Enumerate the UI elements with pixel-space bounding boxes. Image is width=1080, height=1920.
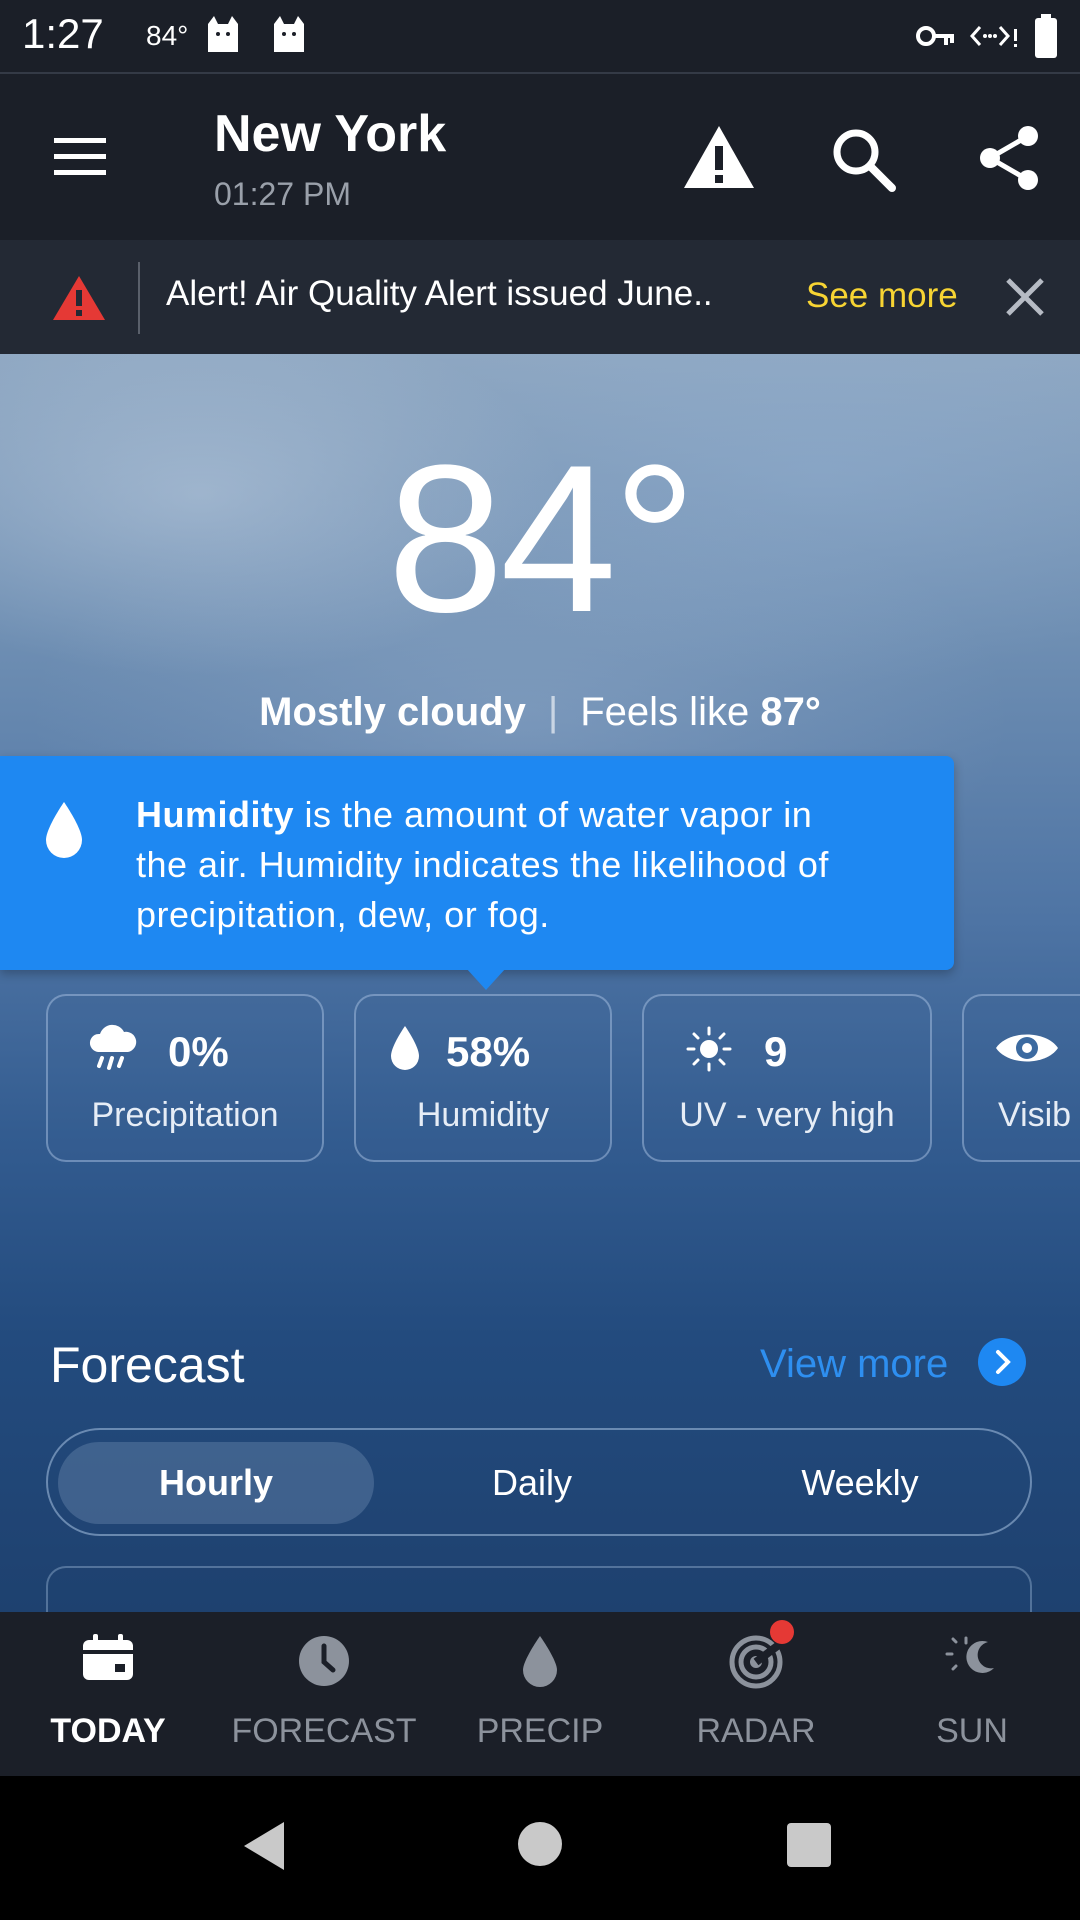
radar-notification-dot [770, 1620, 794, 1644]
alert-text[interactable]: Alert! Air Quality Alert issued June.. [166, 274, 713, 314]
back-icon[interactable] [240, 1820, 288, 1872]
tooltip-line3: precipitation, dew, or fog. [136, 894, 550, 935]
water-drop-icon [391, 1026, 419, 1070]
share-icon[interactable] [978, 124, 1040, 192]
alert-triangle-icon [53, 276, 105, 320]
tooltip-line1: is the amount of water vapor in [294, 794, 813, 835]
home-icon[interactable] [516, 1820, 564, 1868]
water-drop-icon [46, 802, 82, 858]
clock-icon [299, 1636, 349, 1686]
metric-card-uv[interactable]: 9 UV - very high [642, 994, 932, 1162]
tooltip-line2: the air. Humidity indicates the likeliho… [136, 844, 829, 885]
calendar-icon [83, 1634, 133, 1680]
cat-notification-icon [274, 16, 304, 52]
tab-daily[interactable]: Daily [374, 1462, 690, 1504]
see-more-link[interactable]: See more [806, 276, 958, 316]
metric-label: Precipitation [91, 1096, 279, 1134]
warning-icon[interactable] [682, 122, 756, 192]
close-icon[interactable] [1004, 276, 1046, 318]
sun-moon-icon [945, 1636, 994, 1673]
view-more-button[interactable] [978, 1338, 1026, 1386]
system-navigation-bar [0, 1776, 1080, 1920]
nav-radar[interactable]: RADAR [648, 1612, 864, 1776]
metric-value: 58% [446, 1028, 531, 1075]
city-name[interactable]: New York [214, 104, 446, 164]
tooltip-arrow [466, 968, 506, 990]
metric-card-humidity[interactable]: 58% Humidity [354, 994, 612, 1162]
nav-label: RADAR [696, 1712, 816, 1750]
app-bar: New York 01:27 PM [0, 72, 1080, 240]
rain-cloud-icon [89, 1024, 137, 1070]
nav-today[interactable]: TODAY [0, 1612, 216, 1776]
status-icons [916, 14, 1058, 58]
metric-label: UV - very high [679, 1096, 895, 1134]
feels-like-value: 87° [760, 690, 821, 734]
menu-icon[interactable] [50, 134, 110, 182]
metric-value: 0% [168, 1028, 229, 1075]
nav-label: SUN [936, 1712, 1008, 1750]
recents-icon[interactable] [786, 1822, 832, 1868]
nav-label: PRECIP [476, 1712, 604, 1750]
metric-card-precipitation[interactable]: 0% Precipitation [46, 994, 324, 1162]
eye-icon [996, 1034, 1058, 1062]
sun-icon [686, 1026, 732, 1072]
metric-label: Visib [998, 1096, 1072, 1134]
condition-separator: | [547, 690, 559, 734]
chevron-right-icon [996, 1350, 1011, 1374]
tab-weekly[interactable]: Weekly [700, 1462, 1020, 1504]
feels-like-label: Feels like [580, 690, 750, 734]
tooltip-term: Humidity [136, 794, 295, 835]
forecast-title: Forecast [50, 1337, 245, 1393]
metric-value: 9 [764, 1028, 788, 1075]
vpn-key-icon [916, 26, 954, 46]
nav-sun[interactable]: SUN [864, 1612, 1080, 1776]
condition-line: Mostly cloudy | Feels like 87° [0, 690, 1080, 735]
local-time: 01:27 PM [214, 176, 351, 212]
current-temperature: 84° [387, 421, 697, 656]
search-icon[interactable] [830, 126, 896, 192]
view-more-link[interactable]: View more [760, 1342, 948, 1387]
metric-label: Humidity [416, 1096, 550, 1134]
alert-divider [138, 262, 140, 334]
battery-icon [1035, 14, 1057, 58]
data-transfer-icon [970, 26, 1017, 47]
condition-text: Mostly cloudy [259, 690, 526, 734]
tab-hourly[interactable]: Hourly [58, 1462, 374, 1504]
status-time: 1:27 [22, 10, 104, 57]
nav-precip[interactable]: PRECIP [432, 1612, 648, 1776]
nav-forecast[interactable]: FORECAST [216, 1612, 432, 1776]
nav-label: FORECAST [231, 1712, 417, 1750]
nav-label: TODAY [50, 1712, 166, 1750]
tooltip-text: Humidity is the amount of water vapor in… [136, 790, 936, 940]
drop-icon [523, 1636, 557, 1687]
cat-notification-icon [208, 16, 238, 52]
metric-card-visibility[interactable]: Visib [962, 994, 1080, 1162]
status-temperature: 84° [146, 20, 189, 51]
alert-banner[interactable]: Alert! Air Quality Alert issued June.. S… [0, 240, 1080, 354]
